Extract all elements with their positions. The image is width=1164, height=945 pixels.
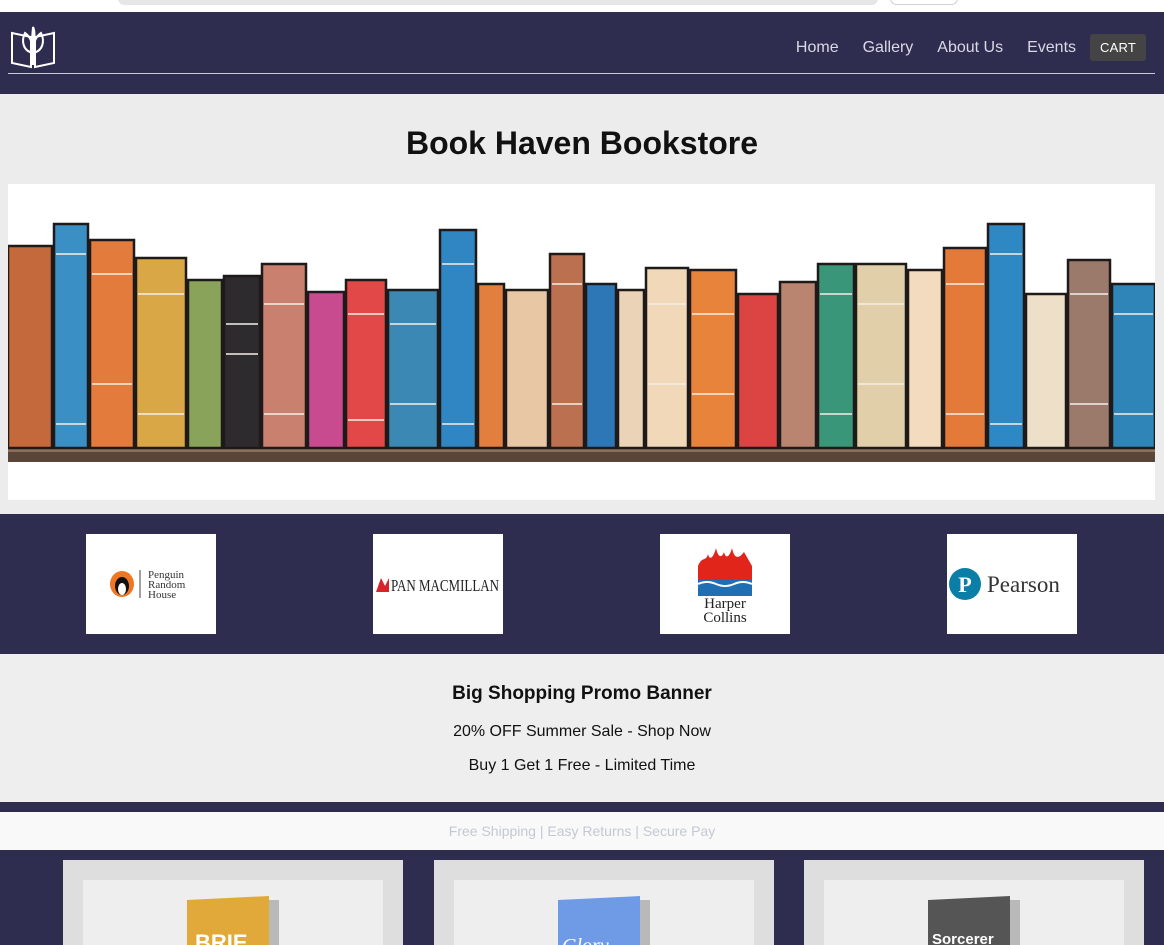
book-cover-title: Glory — [562, 935, 609, 945]
pearson-logo[interactable]: P Pearson — [947, 534, 1077, 634]
hero-section: Book Haven Bookstore — [0, 94, 1164, 514]
info-strip: Free Shipping | Easy Returns | Secure Pa… — [0, 812, 1164, 850]
nav-events-link[interactable]: Events — [1027, 39, 1076, 57]
product-card[interactable]: Glory — [434, 860, 774, 945]
product-image-area: BRIE — [83, 880, 383, 945]
harper-text-2: Collins — [703, 610, 747, 626]
bookshelf-illustration — [8, 184, 1155, 500]
promo-sale-link[interactable]: 20% OFF Summer Sale - Shop Now — [0, 723, 1164, 741]
address-bar[interactable] — [118, 0, 878, 5]
book-cover-title: BRIE — [195, 930, 248, 945]
pearson-text: Pearson — [987, 572, 1060, 597]
svg-text:P: P — [958, 572, 971, 597]
penguin-random-house-logo[interactable]: Penguin Random House — [86, 534, 216, 634]
page-title: Book Haven Bookstore — [405, 125, 759, 161]
browser-button[interactable] — [890, 0, 958, 5]
nav-gallery-link[interactable]: Gallery — [863, 39, 914, 57]
cart-button[interactable]: CART — [1090, 34, 1146, 61]
promo-title: Big Shopping Promo Banner — [452, 683, 712, 704]
penguin-text-3: House — [148, 589, 176, 601]
nav-divider — [8, 73, 1155, 74]
product-image-area: Glory — [454, 880, 754, 945]
book-cover-title: Sorcerer — [932, 931, 994, 945]
nav-home-link[interactable]: Home — [796, 39, 839, 57]
harper-collins-logo[interactable]: Harper Collins — [660, 534, 790, 634]
macmillan-text: PAN MACMILLAN — [391, 576, 499, 595]
promo-offer-link[interactable]: Buy 1 Get 1 Free - Limited Time — [0, 757, 1164, 775]
browser-top-strip — [0, 0, 1164, 12]
open-book-leaf-icon[interactable] — [9, 25, 57, 69]
nav-menu: Home Gallery About Us Events CART — [772, 34, 1146, 61]
product-image-area: Sorcerer — [824, 880, 1124, 945]
promo-banner: Big Shopping Promo Banner 20% OFF Summer… — [0, 654, 1164, 802]
product-card[interactable]: BRIE — [63, 860, 403, 945]
product-card[interactable]: Sorcerer — [804, 860, 1144, 945]
publisher-logos-section: Penguin Random House PAN MACMILLAN Harpe… — [0, 514, 1164, 654]
navbar: Home Gallery About Us Events CART — [0, 12, 1164, 94]
nav-about-link[interactable]: About Us — [937, 39, 1003, 57]
pan-macmillan-logo[interactable]: PAN MACMILLAN — [373, 534, 503, 634]
